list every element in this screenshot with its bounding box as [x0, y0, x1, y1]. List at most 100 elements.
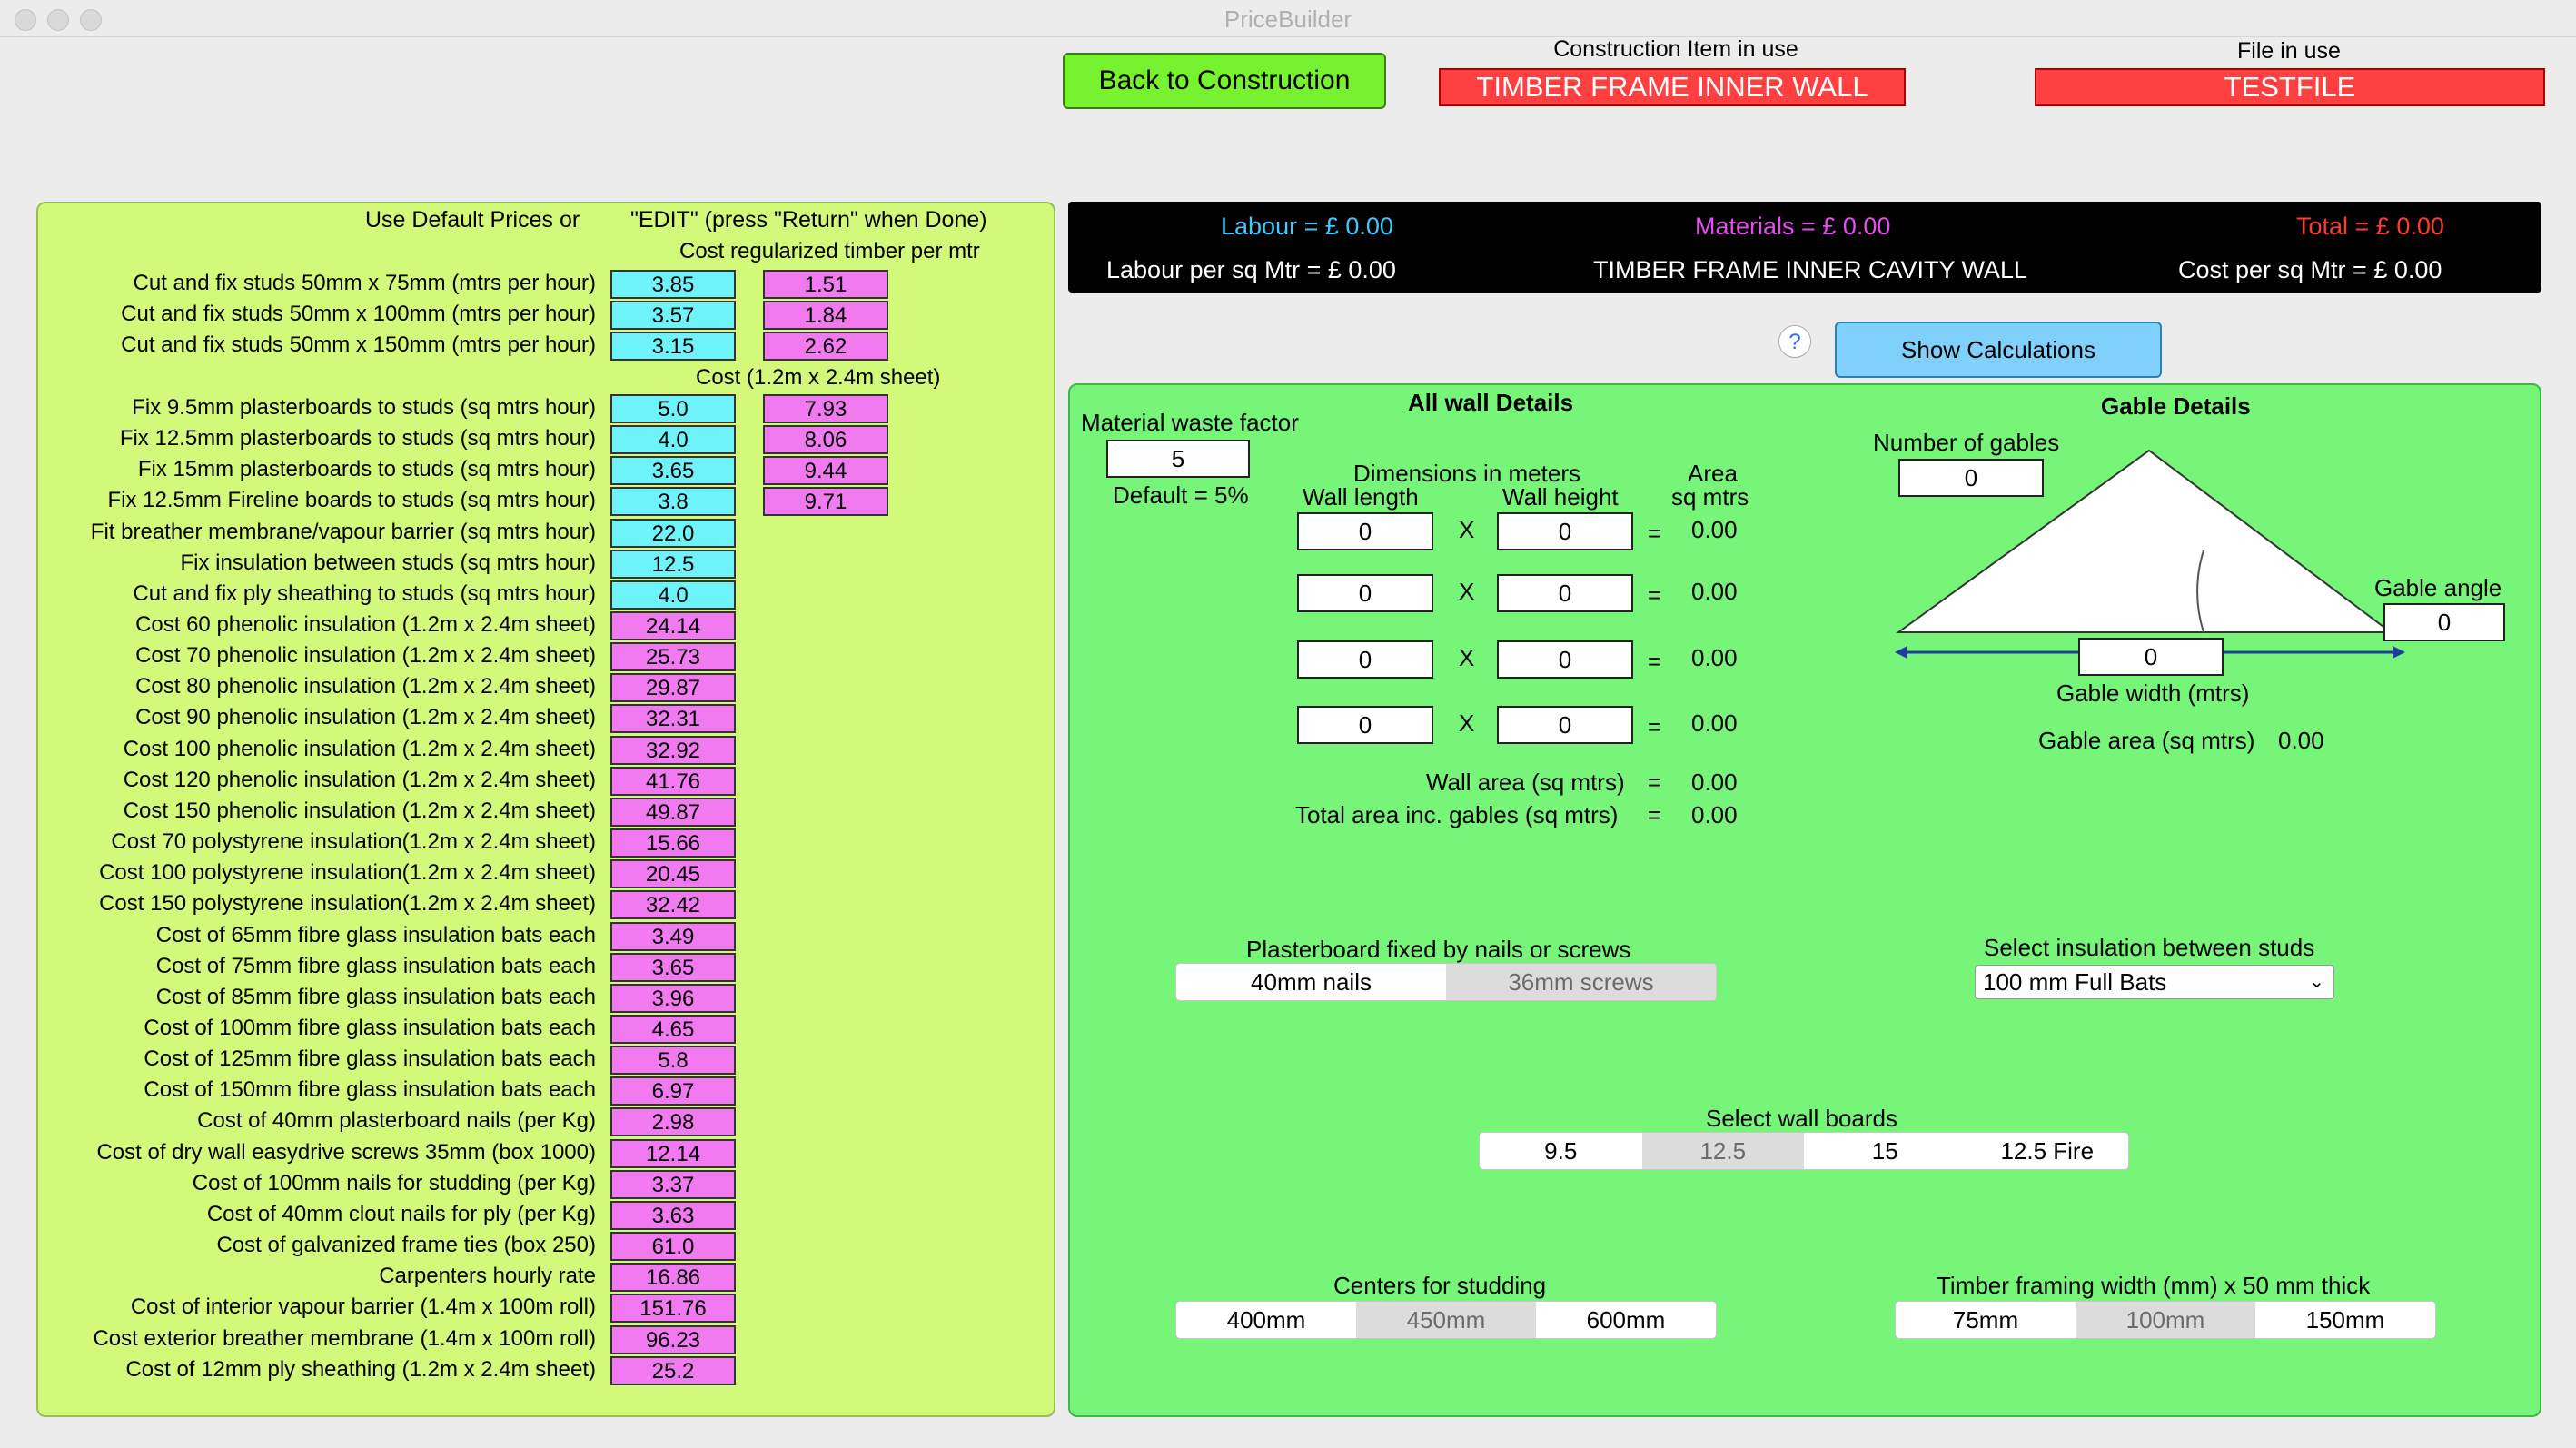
timber-width-option[interactable]: 100mm: [2076, 1302, 2255, 1338]
price-row-label: Cost of dry wall easydrive screws 35mm (…: [96, 1140, 596, 1165]
price-row-label: Fix 15mm plasterboards to studs (sq mtrs…: [137, 457, 596, 481]
price-value-input[interactable]: 32.31: [610, 704, 736, 733]
waste-factor-default: Default = 5%: [1113, 481, 1249, 509]
price-value-input[interactable]: 16.86: [610, 1263, 736, 1292]
price-value-input[interactable]: 61.0: [610, 1232, 736, 1261]
wall-height-input[interactable]: 0: [1497, 640, 1633, 679]
wall-length-input[interactable]: 0: [1297, 706, 1433, 744]
wall-height-input[interactable]: 0: [1497, 512, 1633, 550]
wall-board-option[interactable]: 15: [1804, 1133, 1967, 1169]
wall-board-option[interactable]: 9.5: [1480, 1133, 1642, 1169]
price-value-input[interactable]: 3.85: [610, 270, 736, 299]
timber-width-option[interactable]: 150mm: [2255, 1302, 2435, 1338]
price-value-input[interactable]: 4.0: [610, 580, 736, 610]
price-row-label: Cost 100 polystyrene insulation(1.2m x 2…: [99, 860, 596, 885]
price-value-input[interactable]: 22.0: [610, 519, 736, 548]
arrow-right-icon: [2393, 646, 2405, 659]
studding-centers-option[interactable]: 450mm: [1356, 1302, 1536, 1338]
price-value-input[interactable]: 15.66: [610, 828, 736, 858]
price-row-label: Cost 80 phenolic insulation (1.2m x 2.4m…: [135, 674, 596, 699]
help-button[interactable]: ?: [1778, 325, 1811, 358]
price-value-input[interactable]: 20.45: [610, 859, 736, 888]
equals-sign: =: [1648, 648, 1662, 675]
price-value-input[interactable]: 25.73: [610, 642, 736, 671]
plasterboard-fixing-option[interactable]: 36mm screws: [1446, 964, 1716, 1000]
price-value-input[interactable]: 32.92: [610, 736, 736, 765]
insulation-select[interactable]: 100 mm Full Bats ⌄: [1975, 965, 2334, 999]
price-value-input[interactable]: 3.96: [610, 984, 736, 1013]
material-cost-input[interactable]: 1.84: [763, 301, 888, 330]
timber-width-option[interactable]: 75mm: [1896, 1302, 2076, 1338]
wall-board-option[interactable]: 12.5: [1641, 1133, 1804, 1169]
price-value-input[interactable]: 5.0: [610, 394, 736, 423]
price-value-input[interactable]: 3.57: [610, 301, 736, 330]
waste-factor-input[interactable]: 5: [1106, 440, 1250, 478]
studding-centers-label: Centers for studding: [1333, 1272, 1547, 1299]
price-value-input[interactable]: 3.65: [610, 953, 736, 982]
price-value-input[interactable]: 32.42: [610, 890, 736, 919]
price-row-label: Fit breather membrane/vapour barrier (sq…: [90, 520, 596, 544]
material-cost-input[interactable]: 2.62: [763, 332, 888, 361]
price-value-input[interactable]: 3.63: [610, 1201, 736, 1230]
wall-length-input[interactable]: 0: [1297, 512, 1433, 550]
studding-centers-option[interactable]: 600mm: [1536, 1302, 1716, 1338]
price-value-input[interactable]: 4.65: [610, 1015, 736, 1044]
back-to-construction-button[interactable]: Back to Construction: [1063, 53, 1386, 109]
gable-area-value: 0.00: [2278, 727, 2324, 754]
price-value-input[interactable]: 25.2: [610, 1356, 736, 1385]
gable-angle-input[interactable]: 0: [2383, 603, 2505, 641]
price-row-label: Cost of interior vapour barrier (1.4m x …: [130, 1294, 596, 1319]
wall-row-area: 0.00: [1691, 644, 1738, 671]
timber-width-control: 75mm 100mm 150mm: [1895, 1301, 2436, 1339]
file-in-use-label: File in use: [2237, 38, 2341, 64]
cost-per-sqm: Cost per sq Mtr = £ 0.00: [2178, 256, 2442, 283]
price-value-input[interactable]: 49.87: [610, 798, 736, 827]
price-value-input[interactable]: 2.98: [610, 1107, 736, 1136]
price-value-input[interactable]: 96.23: [610, 1325, 736, 1354]
price-row-label: Fix 12.5mm plasterboards to studs (sq mt…: [119, 426, 596, 451]
price-value-input[interactable]: 5.8: [610, 1046, 736, 1075]
material-cost-input[interactable]: 1.51: [763, 270, 888, 299]
price-value-input[interactable]: 3.65: [610, 456, 736, 485]
price-row-label: Cost of 100mm fibre glass insulation bat…: [144, 1016, 596, 1040]
price-value-input[interactable]: 4.0: [610, 425, 736, 454]
price-value-input[interactable]: 29.87: [610, 673, 736, 702]
wall-length-input[interactable]: 0: [1297, 574, 1433, 612]
price-value-input[interactable]: 3.15: [610, 332, 736, 361]
gable-area-label: Gable area (sq mtrs): [2038, 727, 2255, 754]
price-row-label: Cost of galvanized frame ties (box 250): [216, 1233, 596, 1257]
price-value-input[interactable]: 151.76: [610, 1294, 736, 1323]
price-value-input[interactable]: 3.37: [610, 1170, 736, 1199]
price-value-input[interactable]: 41.76: [610, 767, 736, 796]
price-value-input[interactable]: 3.8: [610, 487, 736, 516]
wall-length-header: Wall length: [1303, 483, 1419, 511]
timber-width-label: Timber framing width (mm) x 50 mm thick: [1937, 1272, 2371, 1299]
file-in-use-value: TESTFILE: [2035, 68, 2545, 106]
gable-width-input[interactable]: 0: [2078, 638, 2224, 676]
price-value-input[interactable]: 3.49: [610, 922, 736, 951]
wall-board-option[interactable]: 12.5 Fire: [1967, 1133, 2129, 1169]
material-cost-input[interactable]: 9.44: [763, 456, 888, 485]
insulation-select-label: Select insulation between studs: [1984, 934, 2315, 961]
plasterboard-fixing-control: 40mm nails 36mm screws: [1175, 963, 1717, 1001]
price-value-input[interactable]: 12.14: [610, 1139, 736, 1168]
wall-height-input[interactable]: 0: [1497, 706, 1633, 744]
wall-row-area: 0.00: [1691, 578, 1738, 605]
plasterboard-fixing-label: Plasterboard fixed by nails or screws: [1246, 936, 1631, 963]
wall-height-input[interactable]: 0: [1497, 574, 1633, 612]
material-cost-input[interactable]: 9.71: [763, 487, 888, 516]
price-row-label: Cost of 40mm clout nails for ply (per Kg…: [206, 1202, 596, 1226]
plasterboard-fixing-option[interactable]: 40mm nails: [1176, 964, 1446, 1000]
wall-length-input[interactable]: 0: [1297, 640, 1433, 679]
price-value-input[interactable]: 24.14: [610, 611, 736, 640]
wall-row-area: 0.00: [1691, 709, 1738, 737]
price-row-label: Cost 70 polystyrene insulation(1.2m x 2.…: [111, 829, 596, 854]
price-value-input[interactable]: 12.5: [610, 550, 736, 579]
price-row-label: Cost exterior breather membrane (1.4m x …: [93, 1326, 596, 1351]
material-cost-input[interactable]: 8.06: [763, 425, 888, 454]
show-calculations-button[interactable]: Show Calculations: [1835, 322, 2162, 378]
wall-boards-control: 9.5 12.5 15 12.5 Fire: [1479, 1132, 2129, 1170]
studding-centers-option[interactable]: 400mm: [1176, 1302, 1356, 1338]
price-value-input[interactable]: 6.97: [610, 1076, 736, 1106]
material-cost-input[interactable]: 7.93: [763, 394, 888, 423]
